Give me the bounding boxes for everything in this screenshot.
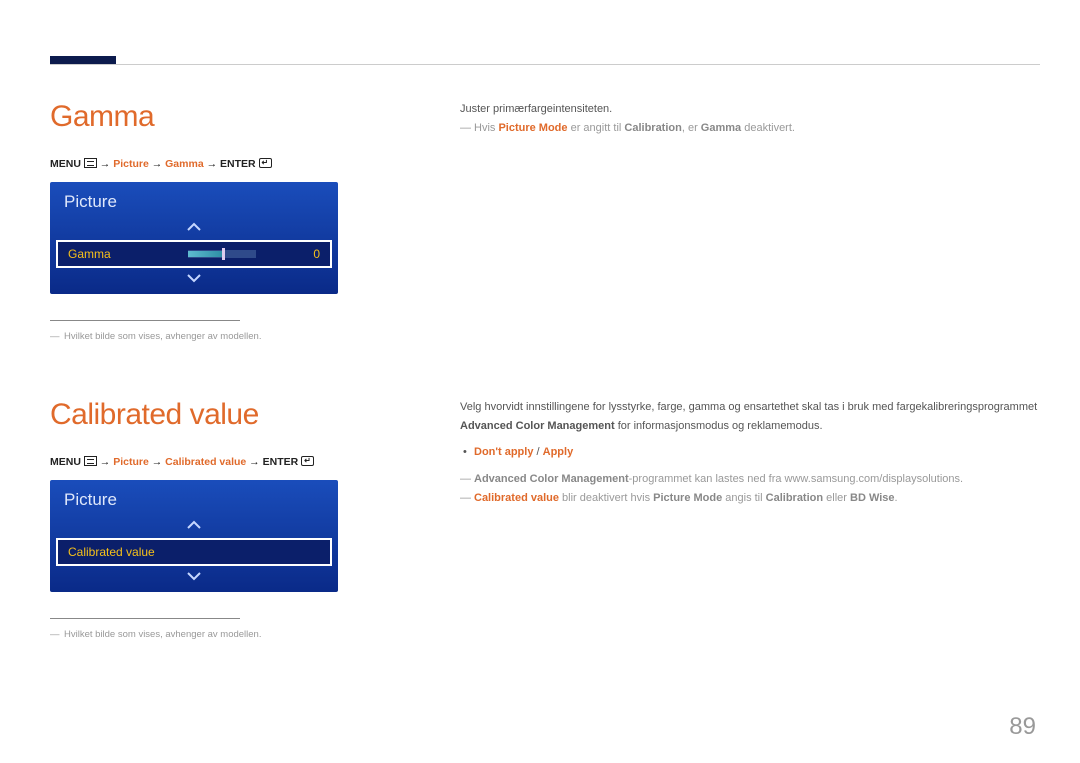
desc-note2: Calibrated value blir deaktivert hvis Pi… — [460, 489, 1040, 508]
path-menu-label: MENU — [50, 456, 81, 468]
page: Gamma MENU → Picture → Gamma → ENTER Pic… — [0, 0, 1080, 730]
page-number: 89 — [1009, 713, 1036, 741]
top-rule — [50, 64, 1040, 65]
heading-gamma: Gamma — [50, 100, 430, 134]
osd-option-label: Calibrated value — [68, 545, 320, 559]
path-seg-picture: Picture — [113, 456, 149, 468]
desc-note1: Advanced Color Management-programmet kan… — [460, 470, 1040, 489]
footnote-calibrated: Hvilket bilde som vises, avhenger av mod… — [50, 629, 430, 640]
desc-note-gamma: Hvis Picture Mode er angitt til Calibrat… — [460, 119, 1040, 138]
enter-icon — [301, 456, 314, 466]
osd-option-gamma[interactable]: Gamma 0 — [56, 240, 332, 268]
heading-calibrated: Calibrated value — [50, 398, 430, 432]
menu-path-calibrated: MENU → Picture → Calibrated value → ENTE… — [50, 456, 430, 468]
options-bullet: Don't apply / Apply — [460, 443, 1040, 462]
osd-option-label: Gamma — [68, 247, 188, 261]
osd-title: Picture — [50, 182, 338, 220]
path-menu-label: MENU — [50, 158, 81, 170]
option-apply: Apply — [543, 446, 574, 458]
separator — [50, 618, 240, 619]
menu-path-gamma: MENU → Picture → Gamma → ENTER — [50, 158, 430, 170]
description-calibrated: Velg hvorvidt innstillingene for lysstyr… — [430, 398, 1040, 640]
osd-option-calibrated[interactable]: Calibrated value — [56, 538, 332, 566]
osd-slider[interactable] — [188, 250, 256, 258]
path-enter-label: ENTER — [263, 456, 299, 468]
section-calibrated: Calibrated value MENU → Picture → Calibr… — [50, 398, 1040, 640]
arrow-down-icon[interactable] — [50, 569, 338, 586]
path-seg-picture: Picture — [113, 158, 149, 170]
footnote-gamma: Hvilket bilde som vises, avhenger av mod… — [50, 331, 430, 342]
osd-panel-gamma: Picture Gamma 0 — [50, 182, 338, 294]
osd-title: Picture — [50, 480, 338, 518]
arrow-down-icon[interactable] — [50, 271, 338, 288]
enter-icon — [259, 158, 272, 168]
menu-icon — [84, 456, 97, 466]
osd-panel-calibrated: Picture Calibrated value — [50, 480, 338, 592]
path-enter-label: ENTER — [220, 158, 256, 170]
arrow-up-icon[interactable] — [50, 220, 338, 237]
arrow-up-icon[interactable] — [50, 518, 338, 535]
section-gamma: Gamma MENU → Picture → Gamma → ENTER Pic… — [50, 100, 1040, 342]
chapter-tab — [50, 56, 116, 64]
osd-option-value: 0 — [300, 247, 320, 261]
menu-icon — [84, 158, 97, 168]
separator — [50, 320, 240, 321]
description-gamma: Juster primærfargeintensiteten. Hvis Pic… — [430, 100, 1040, 342]
desc-line1: Juster primærfargeintensiteten. — [460, 100, 1040, 119]
desc-para1: Velg hvorvidt innstillingene for lysstyr… — [460, 398, 1040, 435]
path-seg-calibrated: Calibrated value — [165, 456, 246, 468]
option-dont-apply: Don't apply — [474, 446, 533, 458]
path-seg-gamma: Gamma — [165, 158, 204, 170]
